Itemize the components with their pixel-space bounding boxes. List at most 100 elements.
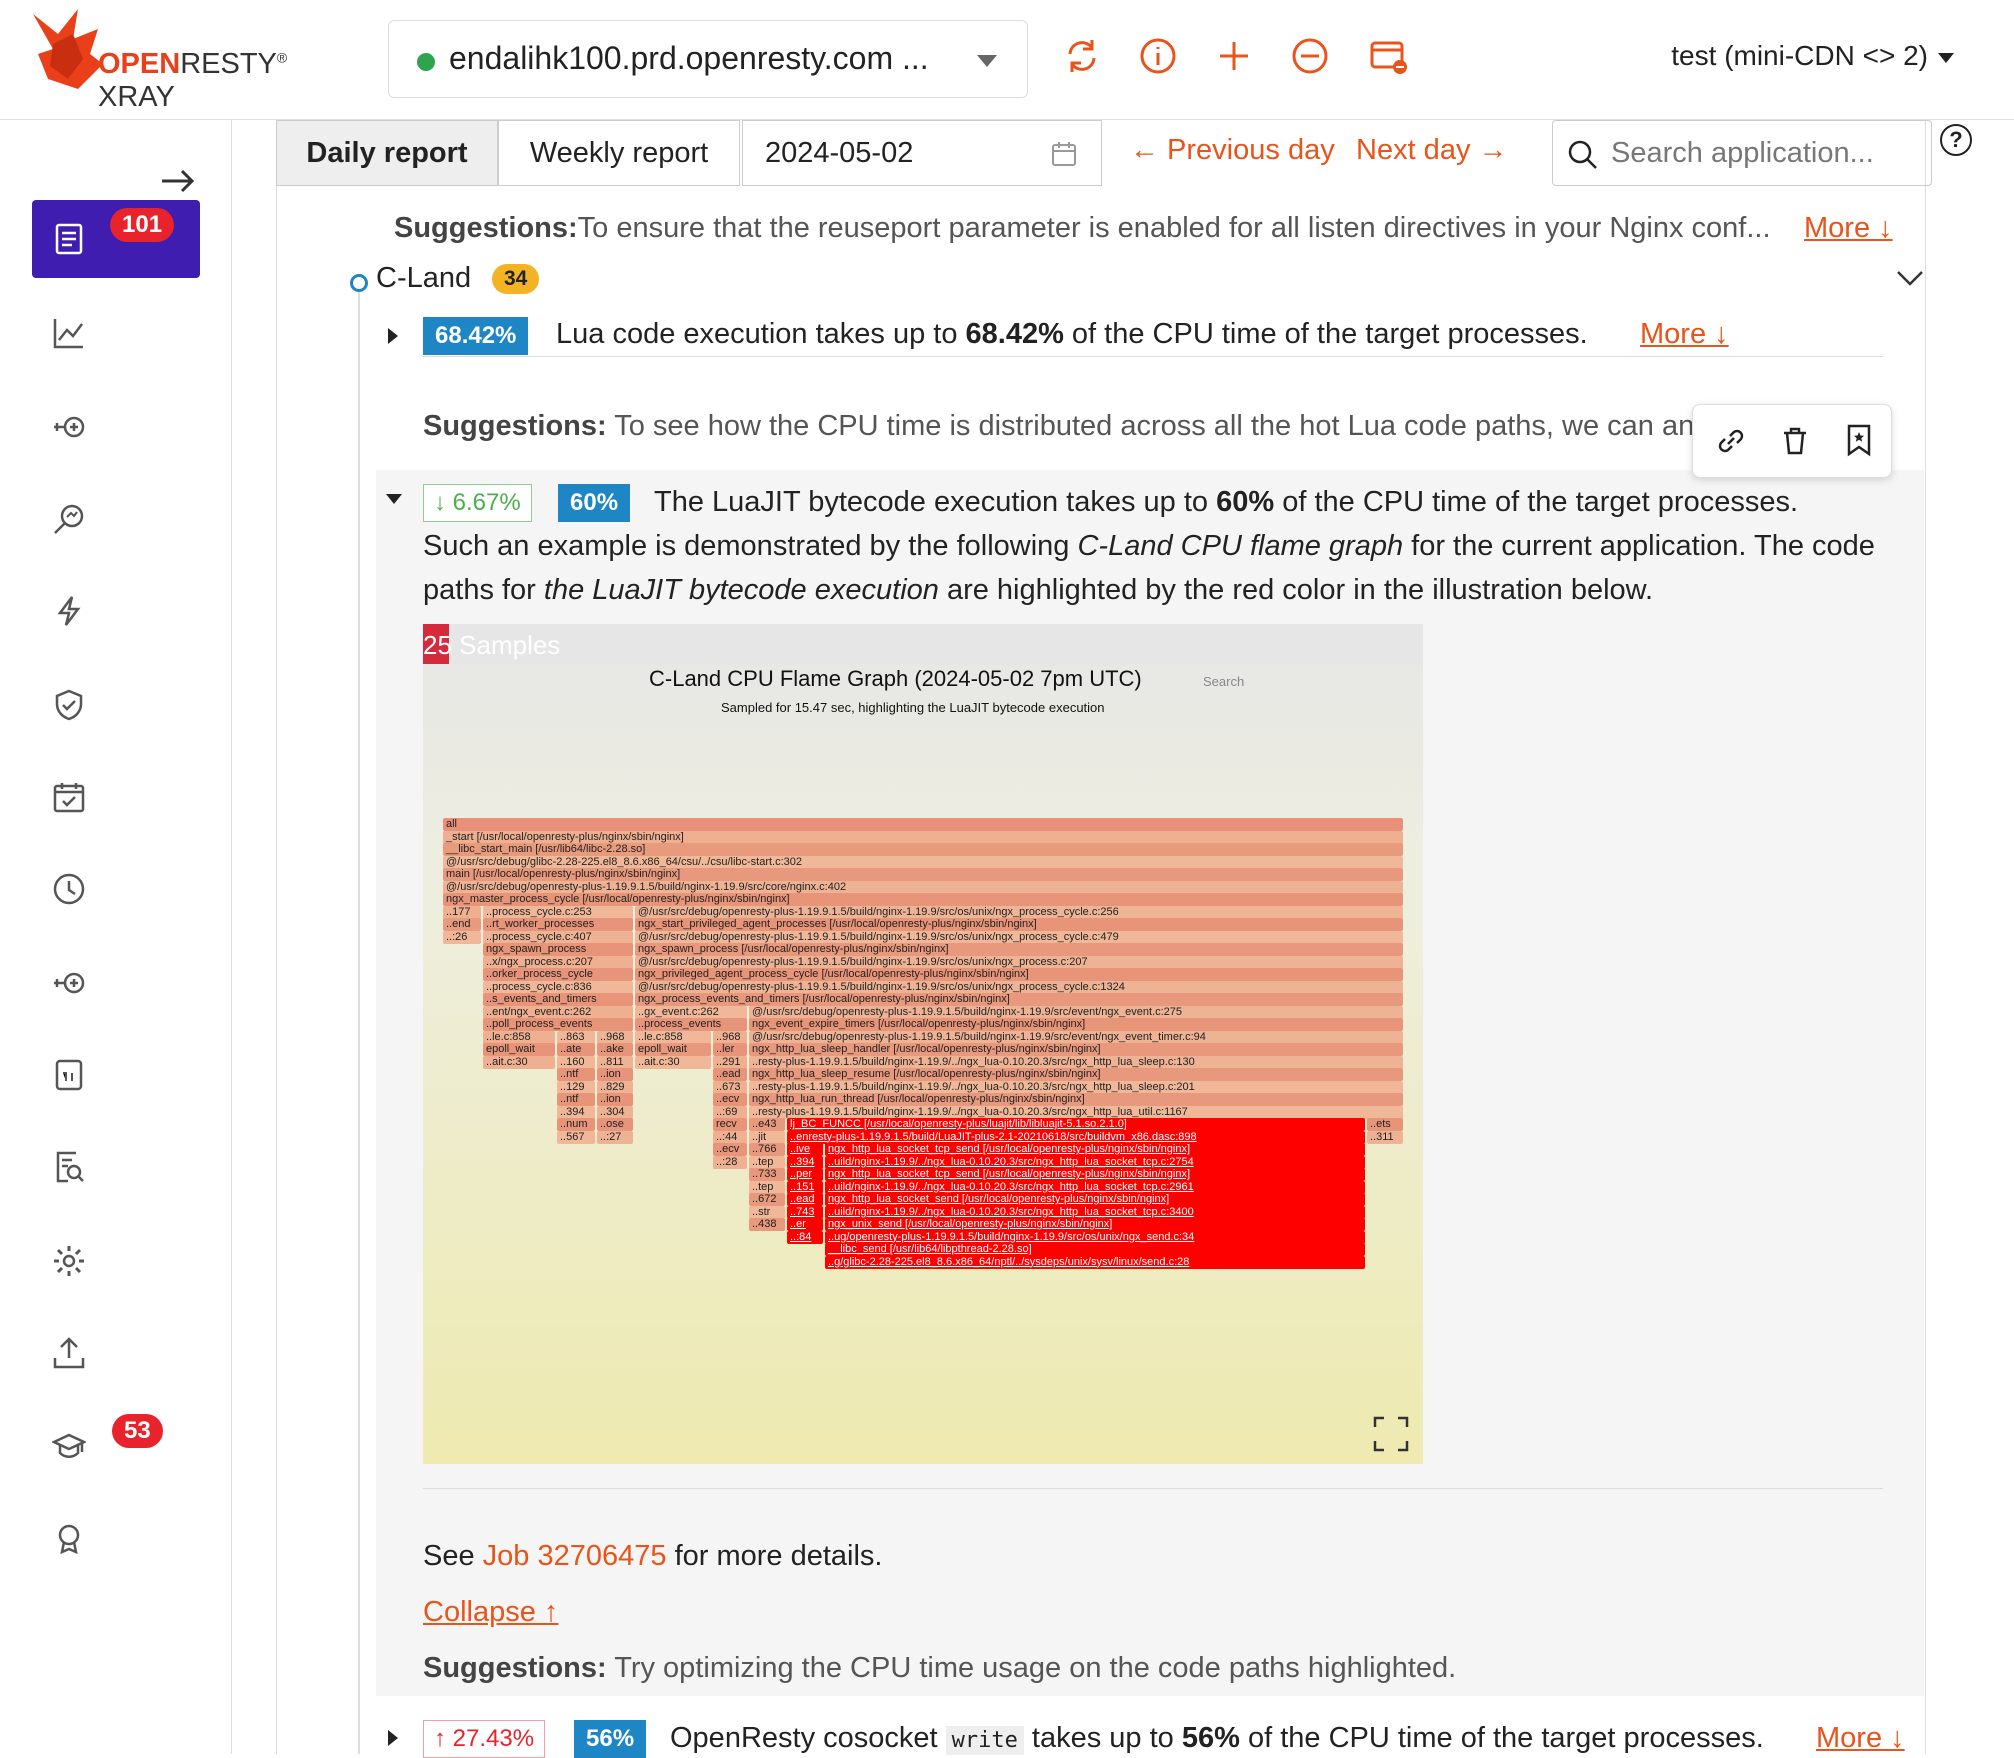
flame-frame[interactable]: ..ait.c:30 [635,1055,711,1069]
flame-frame[interactable]: ..:27 [597,1130,633,1144]
flame-frame[interactable]: ..304 [597,1105,633,1119]
flame-frame[interactable]: ..rt_worker_processes [483,918,633,931]
flame-frame[interactable]: ..resty-plus-1.19.9.1.5/build/nginx-1.19… [749,1055,1403,1069]
flame-frame[interactable]: ..733 [749,1168,785,1181]
flame-frame[interactable]: ..ead [713,1068,747,1081]
window-remove-icon[interactable] [1368,36,1408,76]
flame-frame[interactable]: ..uild/nginx-1.19.9/../ngx_lua-0.10.20.3… [825,1180,1365,1194]
info-icon[interactable] [1138,36,1178,76]
flame-frame[interactable]: ..ent/ngx_event.c:262 [483,1005,633,1019]
flame-frame[interactable]: ngx_event_expire_timers [/usr/local/open… [749,1018,1403,1031]
flame-frame[interactable]: ..743 [787,1205,823,1219]
sidebar-item-binary[interactable] [52,1058,86,1092]
flame-frame[interactable]: all [443,818,1403,831]
flame-frame[interactable]: @/usr/src/debug/openresty-plus-1.19.9.1.… [443,880,1403,894]
flame-frame[interactable]: ..129 [557,1080,595,1094]
flame-frame[interactable]: ..ion [597,1093,633,1106]
flame-frame[interactable]: ..151 [787,1180,823,1194]
sidebar-item-analyze[interactable] [52,502,86,536]
flame-frame[interactable]: ..process_cycle.c:407 [483,930,633,944]
flame-frame[interactable]: ..ecv [713,1143,747,1156]
flame-frame[interactable]: ngx_master_process_cycle [/usr/local/ope… [443,893,1403,906]
flame-frame[interactable]: ..end [443,918,481,931]
search-input[interactable]: Search application... [1611,137,1874,170]
flame-frame[interactable]: ngx_http_lua_sleep_handler [/usr/local/o… [749,1043,1403,1056]
tab-daily-report[interactable]: Daily report [276,120,498,186]
flame-frame[interactable]: ..160 [557,1055,595,1069]
flame-frame[interactable]: ..311 [1367,1130,1403,1144]
flame-frame[interactable]: ngx_spawn_process [483,943,633,956]
flame-frame[interactable]: ngx_http_lua_run_thread [/usr/local/open… [749,1093,1403,1106]
openresty-xray-logo[interactable]: OPENRESTY® XRAY [28,4,358,113]
sidebar-item-events[interactable] [52,594,86,628]
flame-frame[interactable]: _start [/usr/local/openresty-plus/nginx/… [443,830,1403,844]
flame-frame[interactable]: @/usr/src/debug/glibc-2.28-225.el8_8.6.x… [443,855,1403,869]
minus-circle-icon[interactable] [1290,36,1330,76]
flame-frame[interactable]: __libc_start_main [/usr/lib64/libc-2.28.… [443,843,1403,856]
environment-select[interactable]: test (mini-CDN <> 2) [1671,40,1954,72]
flame-frame[interactable]: ..tep [749,1155,785,1169]
flame-frame[interactable]: ..enresty-plus-1.19.9.1.5/build/LuaJIT-p… [787,1130,1365,1144]
flame-frame[interactable]: main [/usr/local/openresty-plus/nginx/sb… [443,868,1403,881]
flame-frame[interactable]: ..le.c:858 [483,1030,555,1044]
help-icon[interactable]: ? [1940,124,1972,156]
application-search[interactable]: Search application... [1552,120,1932,186]
flame-frame[interactable]: ..ets [1367,1118,1403,1131]
flame-frame[interactable]: ..:69 [713,1105,747,1119]
flame-frame[interactable]: ..gx_event.c:262 [635,1005,747,1019]
sidebar-item-add-target[interactable] [52,410,86,444]
flame-frame[interactable]: ..829 [597,1080,633,1094]
sidebar-item-academy[interactable] [52,1430,86,1464]
flame-frame[interactable]: ..968 [713,1030,747,1044]
collapse-icon[interactable] [386,494,402,504]
flame-frame[interactable]: ..ead [787,1193,823,1206]
trash-icon[interactable] [1779,425,1811,457]
flame-frame[interactable]: ngx_privileged_agent_process_cycle [/usr… [635,968,1403,981]
flame-frame[interactable]: ngx_unix_send [/usr/local/openresty-plus… [825,1218,1365,1231]
flame-frame[interactable]: epoll_wait [635,1043,711,1056]
sidebar-item-upload[interactable] [52,1336,86,1370]
flame-frame[interactable]: recv [713,1118,747,1131]
flame-frame[interactable]: ..per [787,1168,823,1181]
flame-frame[interactable]: ..ose [597,1118,633,1131]
sidebar-item-history[interactable] [52,872,86,906]
date-picker[interactable]: 2024-05-02 [742,120,1102,186]
fullscreen-icon[interactable] [1373,1416,1409,1452]
flame-frame[interactable]: ..process_cycle.c:253 [483,905,633,919]
flame-frame[interactable]: ..str [749,1205,785,1219]
sidebar-item-search-docs[interactable] [52,1150,86,1184]
more-link-1[interactable]: More ↓ [1804,212,1893,245]
job-link[interactable]: Job 32706475 [483,1540,667,1572]
host-select[interactable]: endalihk100.prd.openresty.com ... [388,20,1028,98]
arrow-right-icon[interactable] [160,166,196,196]
flame-frame[interactable]: ..uild/nginx-1.19.9/../ngx_lua-0.10.20.3… [825,1155,1365,1169]
collapse-link[interactable]: Collapse ↑ [423,1596,558,1629]
flame-frame[interactable]: ngx_process_events_and_timers [/usr/loca… [635,993,1403,1006]
sidebar-item-schedule[interactable] [52,780,86,814]
flame-frame[interactable]: ..672 [749,1193,785,1206]
flame-frame[interactable]: ..:84 [787,1230,823,1244]
flame-frame[interactable]: ngx_spawn_process [/usr/local/openresty-… [635,943,1403,956]
flame-frame[interactable]: ..ake [597,1043,633,1056]
flame-frame[interactable]: @/usr/src/debug/openresty-plus-1.19.9.1.… [635,955,1403,969]
sidebar-item-add-agent[interactable] [52,966,86,1000]
previous-day-link[interactable]: ← Previous day [1130,134,1335,167]
flame-frame[interactable]: @/usr/src/debug/openresty-plus-1.19.9.1.… [635,930,1403,944]
expand-icon[interactable] [388,1730,398,1746]
flame-frame[interactable]: ..num [557,1118,595,1131]
flame-search-button[interactable]: Search [1203,674,1244,689]
flame-frame[interactable]: @/usr/src/debug/openresty-plus-1.19.9.1.… [749,1030,1403,1044]
flame-frame[interactable]: ..:26 [443,930,481,944]
flame-frame[interactable]: ..291 [713,1055,747,1069]
flame-frame[interactable]: ..ait.c:30 [483,1055,555,1069]
sidebar-item-security[interactable] [52,688,86,722]
flame-frame[interactable]: ..ug/openresty-plus-1.19.9.1.5/build/ngi… [825,1230,1365,1244]
flame-frame[interactable]: ..tep [749,1180,785,1194]
flame-frame[interactable]: ..orker_process_cycle [483,968,633,981]
flame-frame[interactable]: lj_BC_FUNCC [/usr/local/openresty-plus/l… [787,1118,1365,1131]
tab-weekly-report[interactable]: Weekly report [498,120,740,186]
flame-frame[interactable]: ngx_http_lua_socket_tcp_send [/usr/local… [825,1143,1365,1156]
next-day-link[interactable]: Next day → [1356,134,1508,167]
flame-frame[interactable]: @/usr/src/debug/openresty-plus-1.19.9.1.… [635,980,1403,994]
flame-graph[interactable]: 25 Samples C-Land CPU Flame Graph (2024-… [423,624,1423,1464]
